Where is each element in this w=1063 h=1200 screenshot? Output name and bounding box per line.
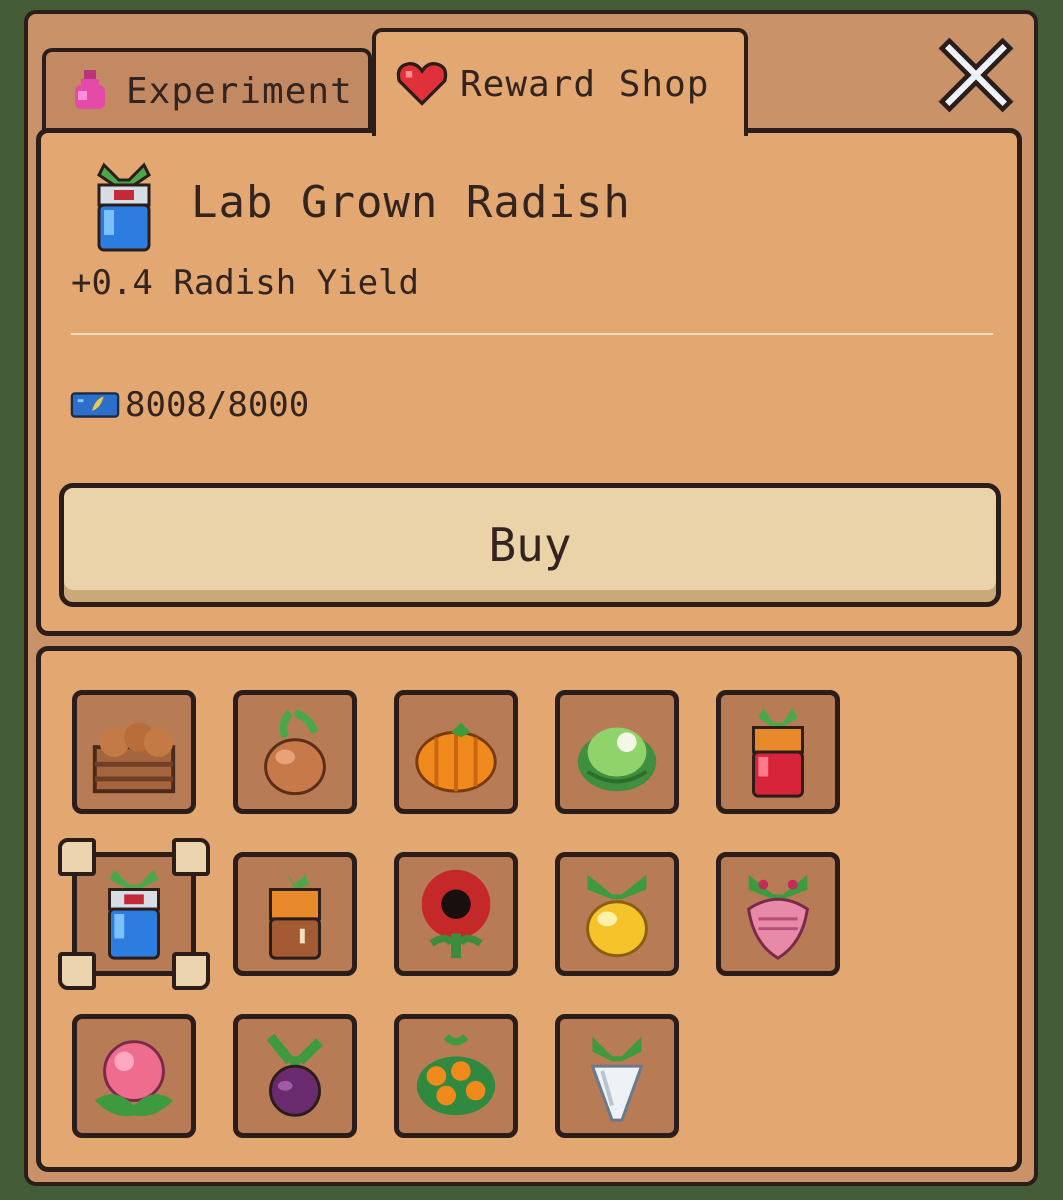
grid-item-crate-of-potatoes[interactable] — [72, 690, 196, 814]
grid-item-lab-grown-carrot-jar[interactable] — [716, 690, 840, 814]
grid-item-purple-beet[interactable] — [233, 1014, 357, 1138]
carrot-jar-icon — [752, 707, 804, 798]
selection-corner — [172, 952, 210, 990]
item-cost-value: 8008/8000 — [125, 385, 310, 425]
item-cost: 8008/8000 — [69, 385, 309, 425]
selection-corner — [58, 952, 96, 990]
flask-icon — [75, 70, 105, 109]
tab-reward-shop[interactable]: Reward Shop — [372, 28, 748, 136]
grid-item-cabbage[interactable] — [555, 690, 679, 814]
tab-experiment-label: Experiment — [126, 70, 353, 112]
grid-item-pink-beet[interactable] — [716, 852, 840, 976]
potato-crate-icon — [92, 722, 176, 794]
pumpkin-icon — [415, 722, 497, 793]
grid-item-onion[interactable] — [233, 690, 357, 814]
grid-item-golden-turnip[interactable] — [555, 852, 679, 976]
pumpkin-jar-icon — [269, 869, 321, 960]
tab-experiment[interactable]: Experiment — [42, 48, 372, 130]
close-button[interactable] — [936, 36, 1016, 114]
item-description: +0.4 Radish Yield — [71, 263, 419, 303]
selection-corner — [58, 838, 96, 876]
berry-bush-icon — [416, 1034, 496, 1116]
flower-bud-icon — [94, 1040, 174, 1117]
close-icon — [938, 37, 1014, 113]
tab-reward-shop-label: Reward Shop — [460, 63, 710, 105]
cabbage-icon — [577, 727, 657, 792]
grid-item-pumpkin[interactable] — [394, 690, 518, 814]
grid-item-lab-grown-pumpkin-jar[interactable] — [233, 852, 357, 976]
buy-button[interactable]: Buy — [59, 483, 1001, 607]
seed-ticket-icon — [70, 392, 120, 418]
grid-item-orange-berry-bush[interactable] — [394, 1014, 518, 1138]
item-title: Lab Grown Radish — [191, 177, 631, 228]
divider — [71, 333, 993, 335]
buy-button-label: Buy — [488, 518, 572, 572]
lab-grown-radish-icon — [97, 162, 151, 252]
heart-icon — [396, 62, 448, 106]
item-detail-panel: Lab Grown Radish +0.4 Radish Yield 8008/… — [36, 128, 1022, 636]
grid-item-red-sunflower[interactable] — [394, 852, 518, 976]
grid-item-pink-flower-bud[interactable] — [72, 1014, 196, 1138]
selection-corner — [172, 838, 210, 876]
onion-icon — [264, 709, 326, 796]
sunflower-icon — [421, 869, 491, 959]
purple-beet-icon — [266, 1033, 323, 1117]
radish-jar-icon — [108, 869, 160, 960]
beet-icon — [747, 874, 809, 960]
turnip-icon — [586, 874, 648, 958]
white-radish-icon — [590, 1036, 644, 1122]
grid-item-white-radish[interactable] — [555, 1014, 679, 1138]
